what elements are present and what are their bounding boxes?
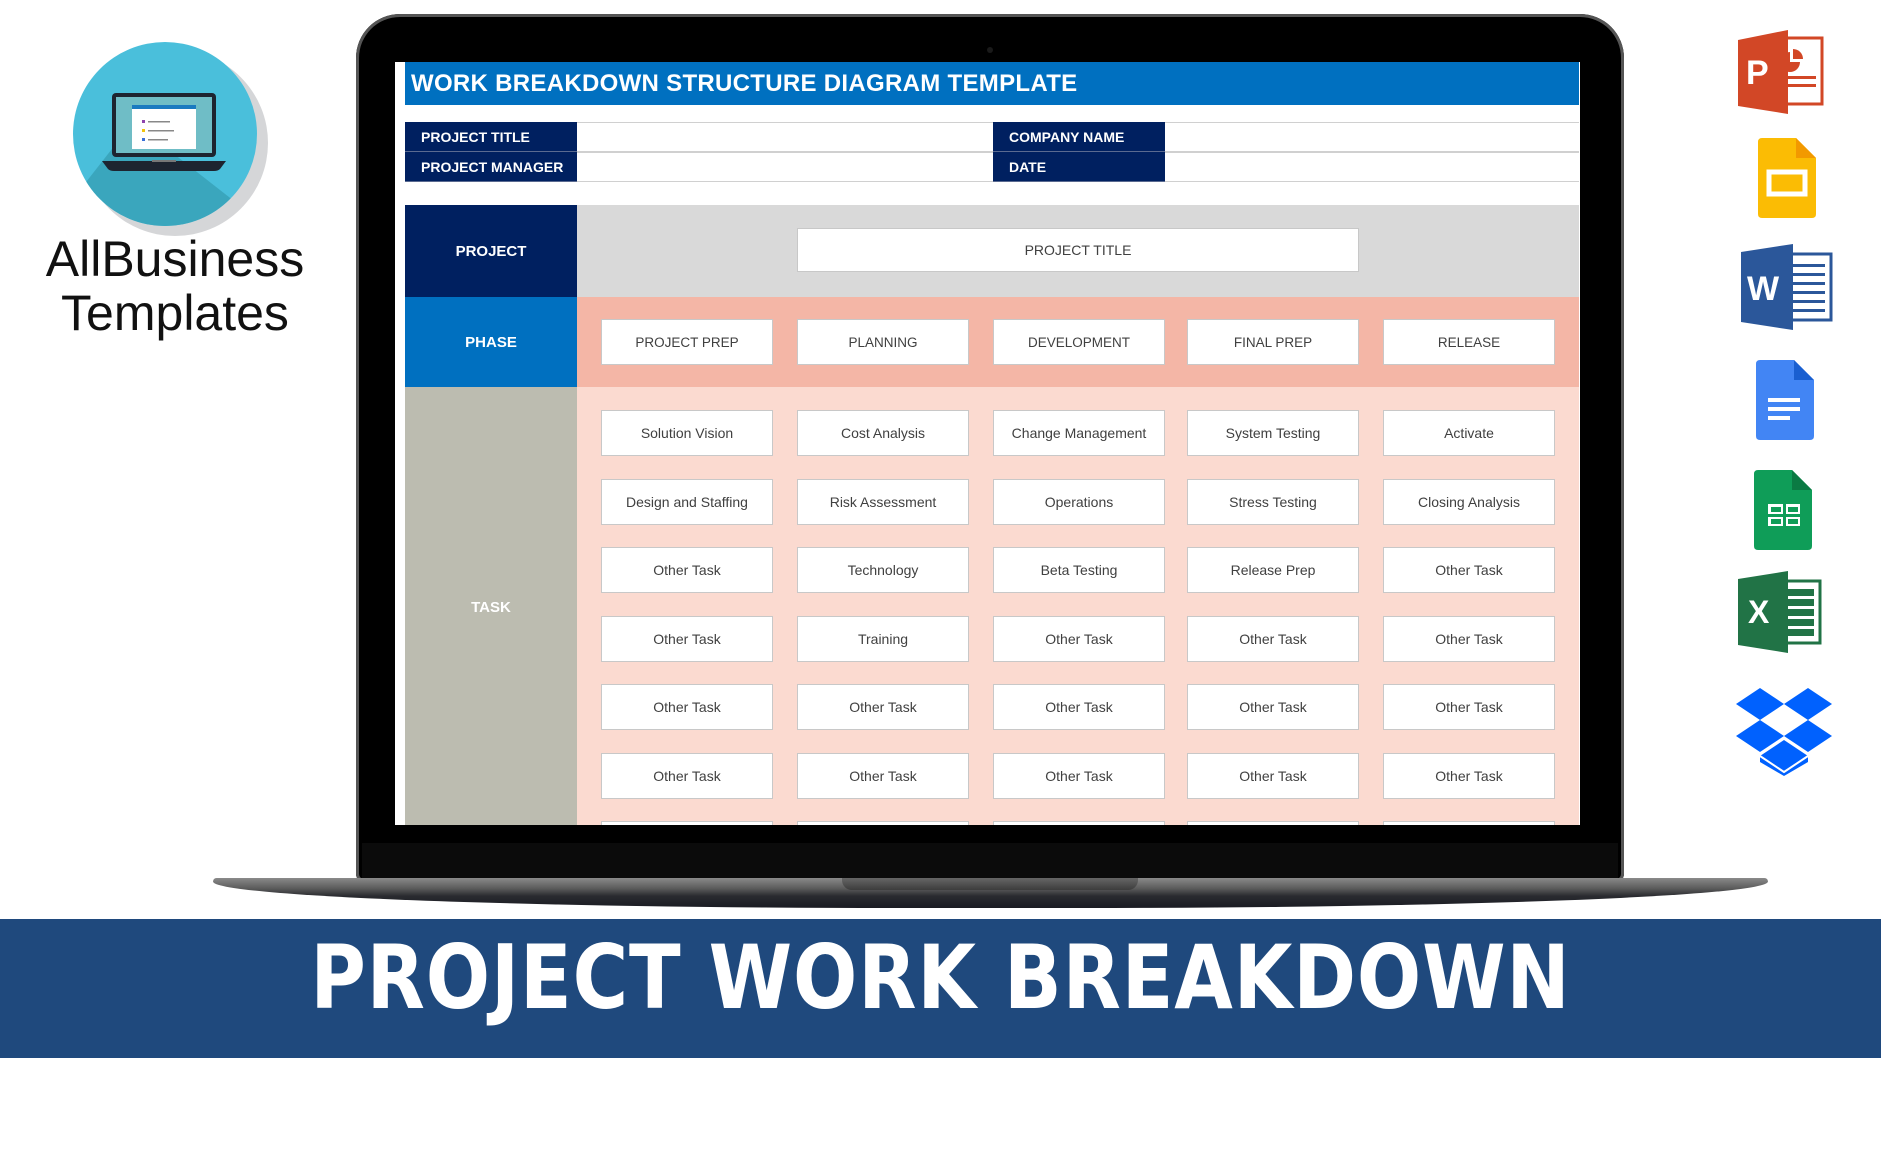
svg-text:X: X: [1748, 594, 1770, 630]
task-box[interactable]: Other Task: [993, 616, 1165, 662]
project-row-label: PROJECT: [405, 205, 577, 297]
task-box[interactable]: [993, 821, 1165, 825]
banner-title: PROJECT WORK BREAKDOWN STRUCTURE: [310, 926, 1571, 1147]
task-box[interactable]: Other Task: [1187, 753, 1359, 799]
task-box[interactable]: Other Task: [1383, 753, 1555, 799]
task-box[interactable]: Other Task: [1187, 616, 1359, 662]
laptop-checklist-icon: [102, 93, 226, 171]
phase-row-label: PHASE: [405, 297, 577, 387]
company-name-field[interactable]: [1165, 122, 1579, 152]
task-box[interactable]: Other Task: [797, 753, 969, 799]
task-box[interactable]: Operations: [993, 479, 1165, 525]
phase-box[interactable]: FINAL PREP: [1187, 319, 1359, 365]
laptop-chin: [362, 843, 1618, 879]
task-box[interactable]: Closing Analysis: [1383, 479, 1555, 525]
task-box[interactable]: Beta Testing: [993, 547, 1165, 593]
sheet-title: WORK BREAKDOWN STRUCTURE DIAGRAM TEMPLAT…: [405, 62, 1579, 105]
task-box[interactable]: Solution Vision: [601, 410, 773, 456]
excel-icon[interactable]: X: [1738, 571, 1822, 653]
laptop-notch: [842, 878, 1138, 890]
task-row-label-text: TASK: [471, 598, 511, 616]
svg-text:P: P: [1746, 54, 1769, 92]
svg-text:W: W: [1747, 270, 1780, 308]
camera-icon: [987, 47, 993, 53]
task-box[interactable]: [601, 821, 773, 825]
project-title-label: PROJECT TITLE: [405, 122, 577, 152]
powerpoint-icon[interactable]: P: [1738, 30, 1824, 114]
brand-name-line1: AllBusiness: [45, 231, 305, 287]
task-box[interactable]: [1383, 821, 1555, 825]
task-box[interactable]: [1187, 821, 1359, 825]
phase-box[interactable]: PLANNING: [797, 319, 969, 365]
google-slides-icon[interactable]: [1758, 138, 1816, 218]
task-box[interactable]: Activate: [1383, 410, 1555, 456]
project-title-field[interactable]: [577, 122, 993, 152]
date-label: DATE: [993, 152, 1165, 182]
task-box[interactable]: Other Task: [1187, 684, 1359, 730]
task-box[interactable]: Other Task: [1383, 684, 1555, 730]
brand-name-line2: Templates: [61, 285, 289, 341]
task-row-label: TASK: [405, 387, 577, 825]
project-manager-field[interactable]: [577, 152, 993, 182]
task-box[interactable]: Change Management: [993, 410, 1165, 456]
google-docs-icon[interactable]: [1756, 360, 1814, 440]
task-box[interactable]: Other Task: [601, 753, 773, 799]
project-manager-label: PROJECT MANAGER: [405, 152, 577, 182]
task-box[interactable]: Training: [797, 616, 969, 662]
task-box[interactable]: Other Task: [601, 684, 773, 730]
task-box[interactable]: Other Task: [797, 684, 969, 730]
phase-box[interactable]: DEVELOPMENT: [993, 319, 1165, 365]
date-field[interactable]: [1165, 152, 1579, 182]
task-box[interactable]: Technology: [797, 547, 969, 593]
google-sheets-icon[interactable]: [1754, 470, 1812, 550]
dropbox-icon[interactable]: [1736, 688, 1832, 776]
brand-name: AllBusiness Templates: [20, 232, 330, 340]
task-box[interactable]: Other Task: [601, 616, 773, 662]
task-box[interactable]: System Testing: [1187, 410, 1359, 456]
task-box[interactable]: Other Task: [601, 547, 773, 593]
phase-box[interactable]: RELEASE: [1383, 319, 1555, 365]
company-name-label: COMPANY NAME: [993, 122, 1165, 152]
spreadsheet-screen: WORK BREAKDOWN STRUCTURE DIAGRAM TEMPLAT…: [395, 62, 1580, 825]
word-icon[interactable]: W: [1741, 244, 1833, 330]
task-box[interactable]: [797, 821, 969, 825]
task-box[interactable]: Other Task: [993, 753, 1165, 799]
phase-box[interactable]: PROJECT PREP: [601, 319, 773, 365]
task-box[interactable]: Cost Analysis: [797, 410, 969, 456]
project-title-box[interactable]: PROJECT TITLE: [797, 228, 1359, 272]
task-box[interactable]: Other Task: [993, 684, 1165, 730]
task-box[interactable]: Risk Assessment: [797, 479, 969, 525]
task-box[interactable]: Release Prep: [1187, 547, 1359, 593]
task-box[interactable]: Design and Staffing: [601, 479, 773, 525]
task-box[interactable]: Other Task: [1383, 616, 1555, 662]
task-box[interactable]: Other Task: [1383, 547, 1555, 593]
task-box[interactable]: Stress Testing: [1187, 479, 1359, 525]
